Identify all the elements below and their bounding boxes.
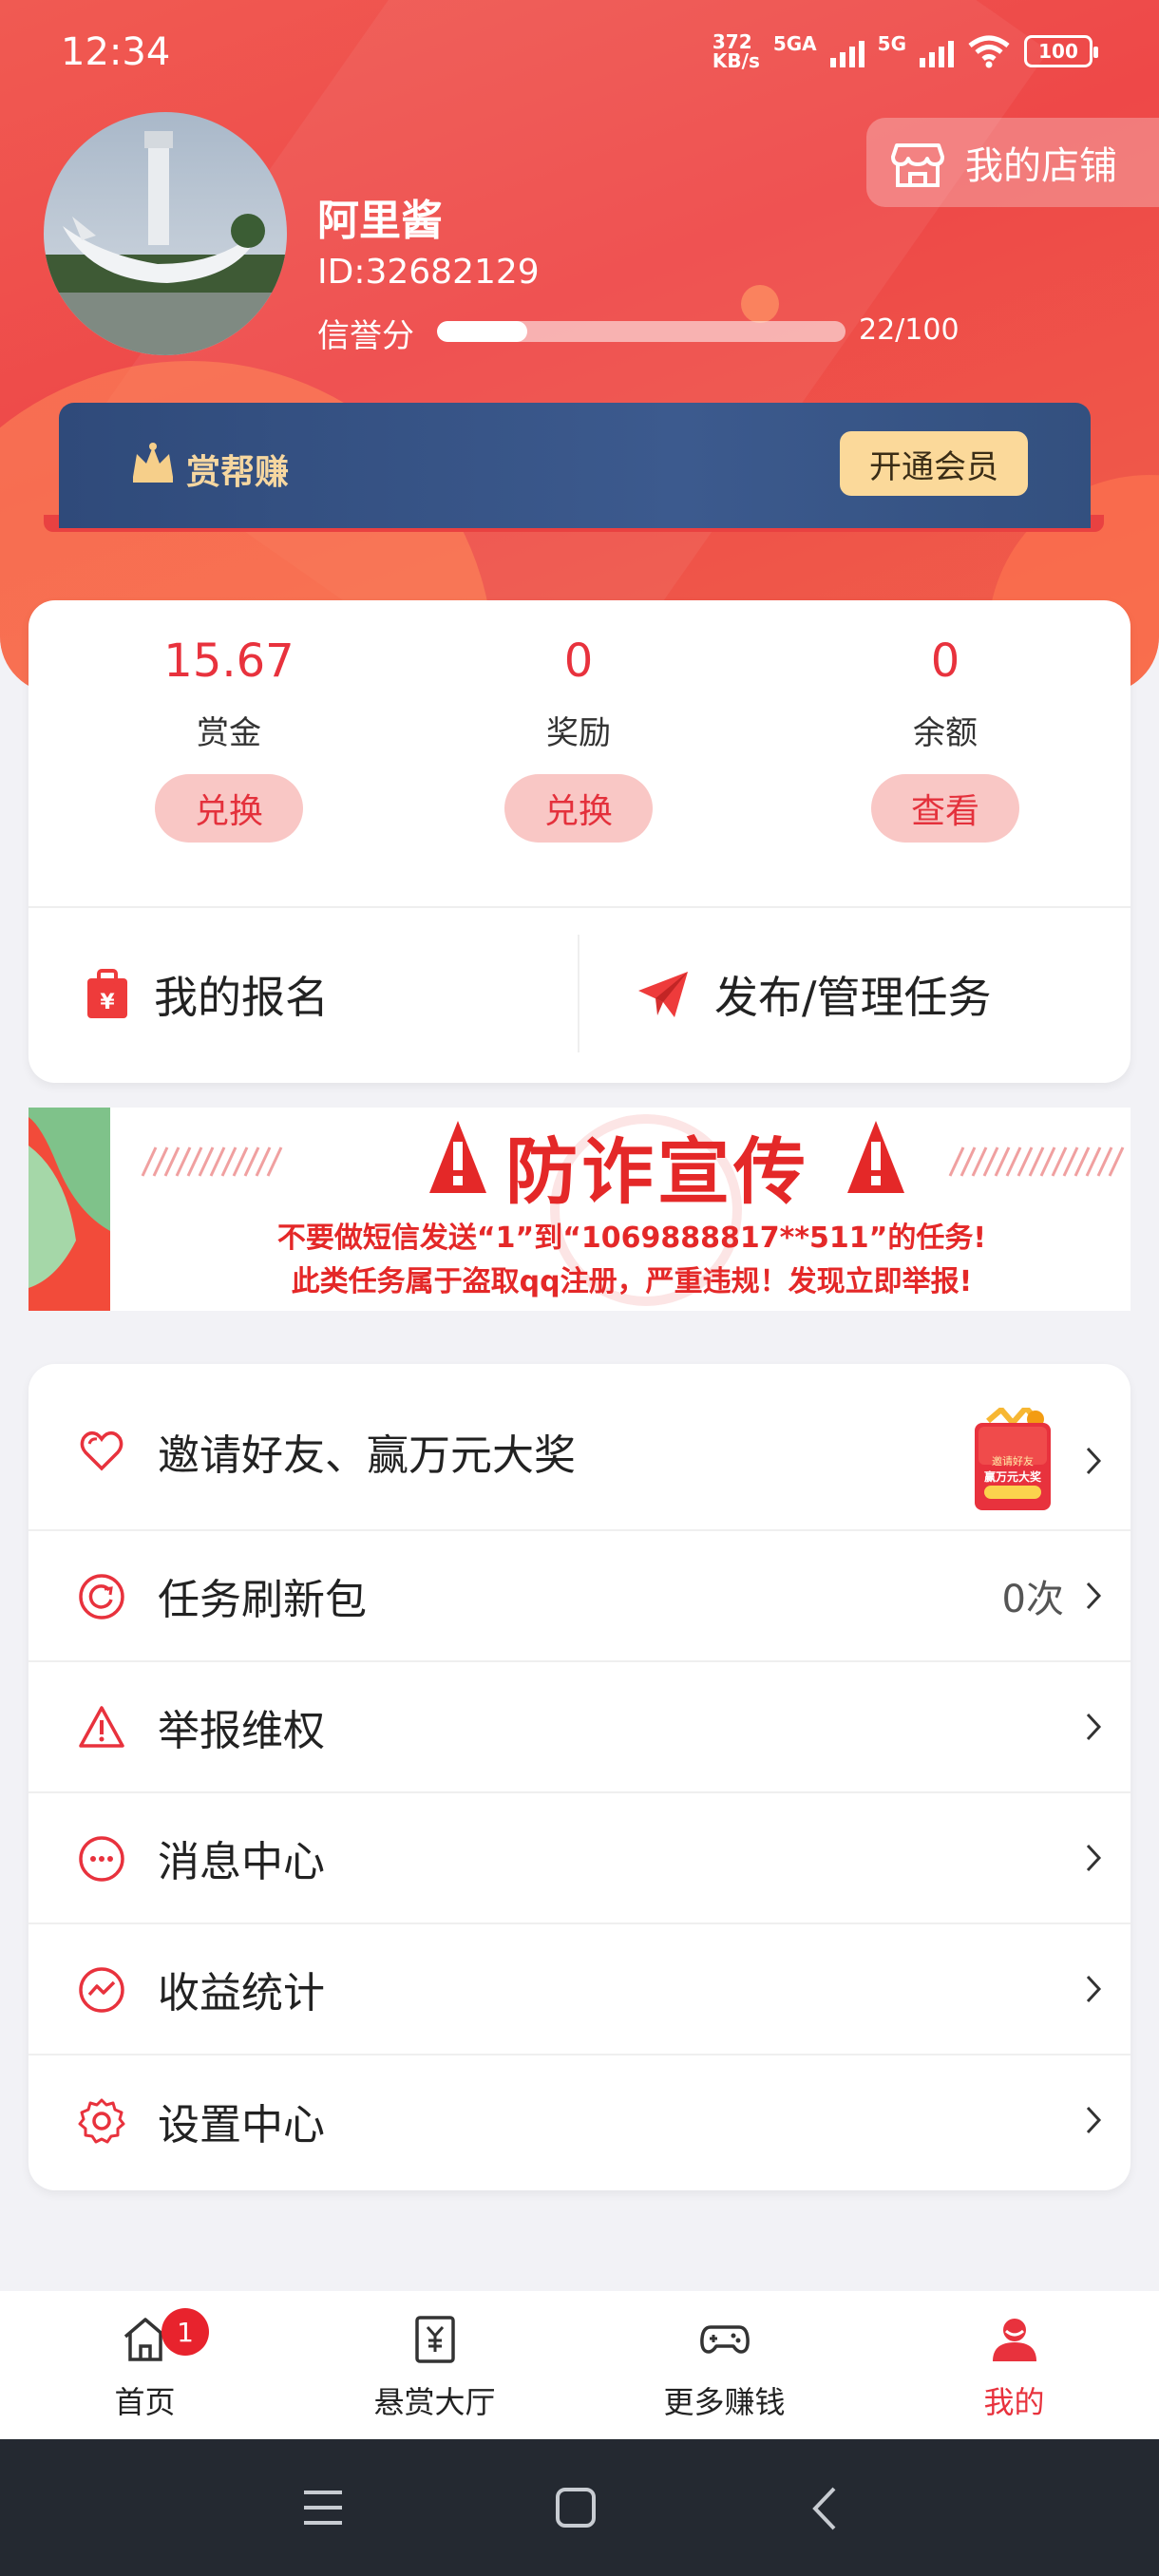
svg-text:¥: ¥ — [100, 991, 115, 1014]
tab-mine[interactable]: 我的 — [869, 2291, 1159, 2439]
bottom-tab-bar: 1 首页 悬赏大厅 更多赚钱 我的 — [0, 2291, 1159, 2439]
my-signup-button[interactable]: ¥ 我的报名 — [86, 942, 329, 1047]
battery-icon: 100 — [1024, 35, 1098, 67]
menu-item-settings[interactable]: 设置中心 — [28, 2055, 1130, 2187]
menu-label-report: 举报维权 — [158, 1707, 325, 1755]
signal-icon — [829, 35, 864, 67]
credit-score-label: 信誉分 — [317, 317, 414, 355]
chart-icon — [79, 1967, 124, 2013]
reward-value: 0 — [563, 635, 594, 688]
chevron-right-icon — [1086, 1447, 1102, 1475]
tab-reward-hall[interactable]: 悬赏大厅 — [290, 2291, 580, 2439]
message-icon — [79, 1836, 124, 1882]
heart-icon — [80, 1430, 124, 1471]
back-icon[interactable] — [809, 2485, 838, 2532]
wallet-card: 15.67 赏金 兑换 0 奖励 兑换 0 余额 查看 ¥ 我的报名 发布/管理… — [28, 600, 1130, 1083]
refresh-pack-count: 0次 — [1001, 1578, 1064, 1621]
bounty-value: 15.67 — [163, 635, 294, 688]
menu-label-earnings: 收益统计 — [158, 1969, 325, 2017]
avatar[interactable] — [44, 112, 287, 355]
bounty-exchange-button[interactable]: 兑换 — [155, 774, 303, 843]
credit-score-bar — [437, 321, 846, 342]
warning-icon — [79, 1706, 124, 1748]
my-shop-button[interactable]: 我的店铺 — [866, 118, 1159, 207]
chevron-right-icon — [1086, 1975, 1102, 2003]
my-shop-label: 我的店铺 — [965, 144, 1117, 188]
open-membership-button[interactable]: 开通会员 — [840, 431, 1028, 496]
signal-icon — [920, 35, 954, 67]
vip-card[interactable]: 赏帮赚 开通会员 — [59, 403, 1091, 528]
signup-bag-icon: ¥ — [87, 969, 127, 1018]
store-icon — [891, 143, 944, 187]
signal-5ga-label: 5GA — [772, 32, 817, 55]
tab-home[interactable]: 1 首页 — [0, 2291, 290, 2439]
anti-fraud-title: 防诈宣传 — [505, 1129, 809, 1214]
menu-item-messages[interactable]: 消息中心 — [28, 1793, 1130, 1924]
chevron-right-icon — [1086, 1844, 1102, 1872]
menu-label-messages: 消息中心 — [158, 1838, 325, 1886]
publish-manage-task-button[interactable]: 发布/管理任务 — [636, 942, 992, 1047]
home-button-icon[interactable] — [555, 2487, 597, 2529]
reward-hall-icon — [415, 2316, 455, 2363]
status-bar: 12:34 372 KB/s 5GA 5G 100 — [0, 0, 1159, 104]
menu-item-report[interactable]: 举报维权 — [28, 1662, 1130, 1793]
menu-card: 邀请好友、赢万元大奖 邀请好友 赢万元大奖 任务刷新包 0次 举报维权 消息中心 — [28, 1364, 1130, 2190]
gamepad-icon — [700, 2325, 750, 2354]
paper-plane-icon — [638, 972, 688, 1017]
reward-exchange-button[interactable]: 兑换 — [504, 774, 653, 843]
tab-label-home: 首页 — [114, 2384, 176, 2420]
invite-red-envelope-icon: 邀请好友 赢万元大奖 — [969, 1403, 1056, 1512]
menu-icon[interactable] — [302, 2489, 344, 2527]
wallet-reward: 0 奖励 兑换 — [460, 635, 697, 843]
wallet-bounty: 15.67 赏金 兑换 — [110, 635, 348, 843]
tab-label-mine: 我的 — [983, 2384, 1045, 2420]
tab-label-more-earn: 更多赚钱 — [663, 2384, 786, 2420]
status-time: 12:34 — [61, 30, 171, 74]
wallet-balance: 0 余额 查看 — [826, 635, 1064, 843]
username: 阿里酱 — [317, 197, 443, 245]
chevron-right-icon — [1086, 1582, 1102, 1610]
credit-score-text: 22/100 — [859, 313, 960, 347]
signal-5g-label: 5G — [877, 32, 906, 55]
system-navigation-bar — [0, 2439, 1159, 2576]
credit-score-fill — [437, 321, 527, 342]
user-id: ID:32682129 — [317, 253, 540, 292]
chevron-right-icon — [1086, 2106, 1102, 2134]
menu-item-invite[interactable]: 邀请好友、赢万元大奖 邀请好友 赢万元大奖 — [28, 1364, 1130, 1531]
gear-icon — [78, 2098, 125, 2144]
my-signup-label: 我的报名 — [154, 972, 329, 1023]
network-speed: 372 KB/s — [712, 30, 760, 72]
reward-label: 奖励 — [546, 714, 611, 752]
refresh-icon — [79, 1574, 124, 1619]
publish-manage-task-label: 发布/管理任务 — [714, 972, 992, 1023]
wifi-icon — [968, 35, 1010, 68]
invite-card-text-1: 邀请好友 — [992, 1455, 1034, 1468]
invite-card-text-2: 赢万元大奖 — [983, 1470, 1041, 1484]
balance-view-button[interactable]: 查看 — [871, 774, 1019, 843]
bounty-label: 赏金 — [197, 714, 261, 752]
balance-value: 0 — [930, 635, 960, 688]
tab-label-reward-hall: 悬赏大厅 — [373, 2384, 496, 2420]
anti-fraud-line-2: 此类任务属于盗取qq注册，严重违规！发现立即举报! — [291, 1265, 973, 1298]
tab-more-earn[interactable]: 更多赚钱 — [580, 2291, 869, 2439]
anti-fraud-banner[interactable]: 防诈宣传 不要做短信发送“1”到“1069888817**511”的任务! 此类… — [28, 1108, 1130, 1311]
chevron-right-icon — [1086, 1713, 1102, 1741]
crown-icon — [133, 443, 173, 483]
anti-fraud-line-1: 不要做短信发送“1”到“1069888817**511”的任务! — [276, 1222, 987, 1255]
menu-item-refresh-pack[interactable]: 任务刷新包 0次 — [28, 1531, 1130, 1662]
menu-label-refresh-pack: 任务刷新包 — [158, 1576, 367, 1624]
menu-label-settings: 设置中心 — [158, 2101, 325, 2150]
home-notification-badge: 1 — [162, 2308, 209, 2356]
menu-item-earnings[interactable]: 收益统计 — [28, 1924, 1130, 2055]
menu-label-invite: 邀请好友、赢万元大奖 — [158, 1431, 576, 1480]
vip-title: 赏帮赚 — [186, 453, 290, 492]
balance-label: 余额 — [913, 714, 978, 752]
profile-icon — [993, 2319, 1036, 2361]
